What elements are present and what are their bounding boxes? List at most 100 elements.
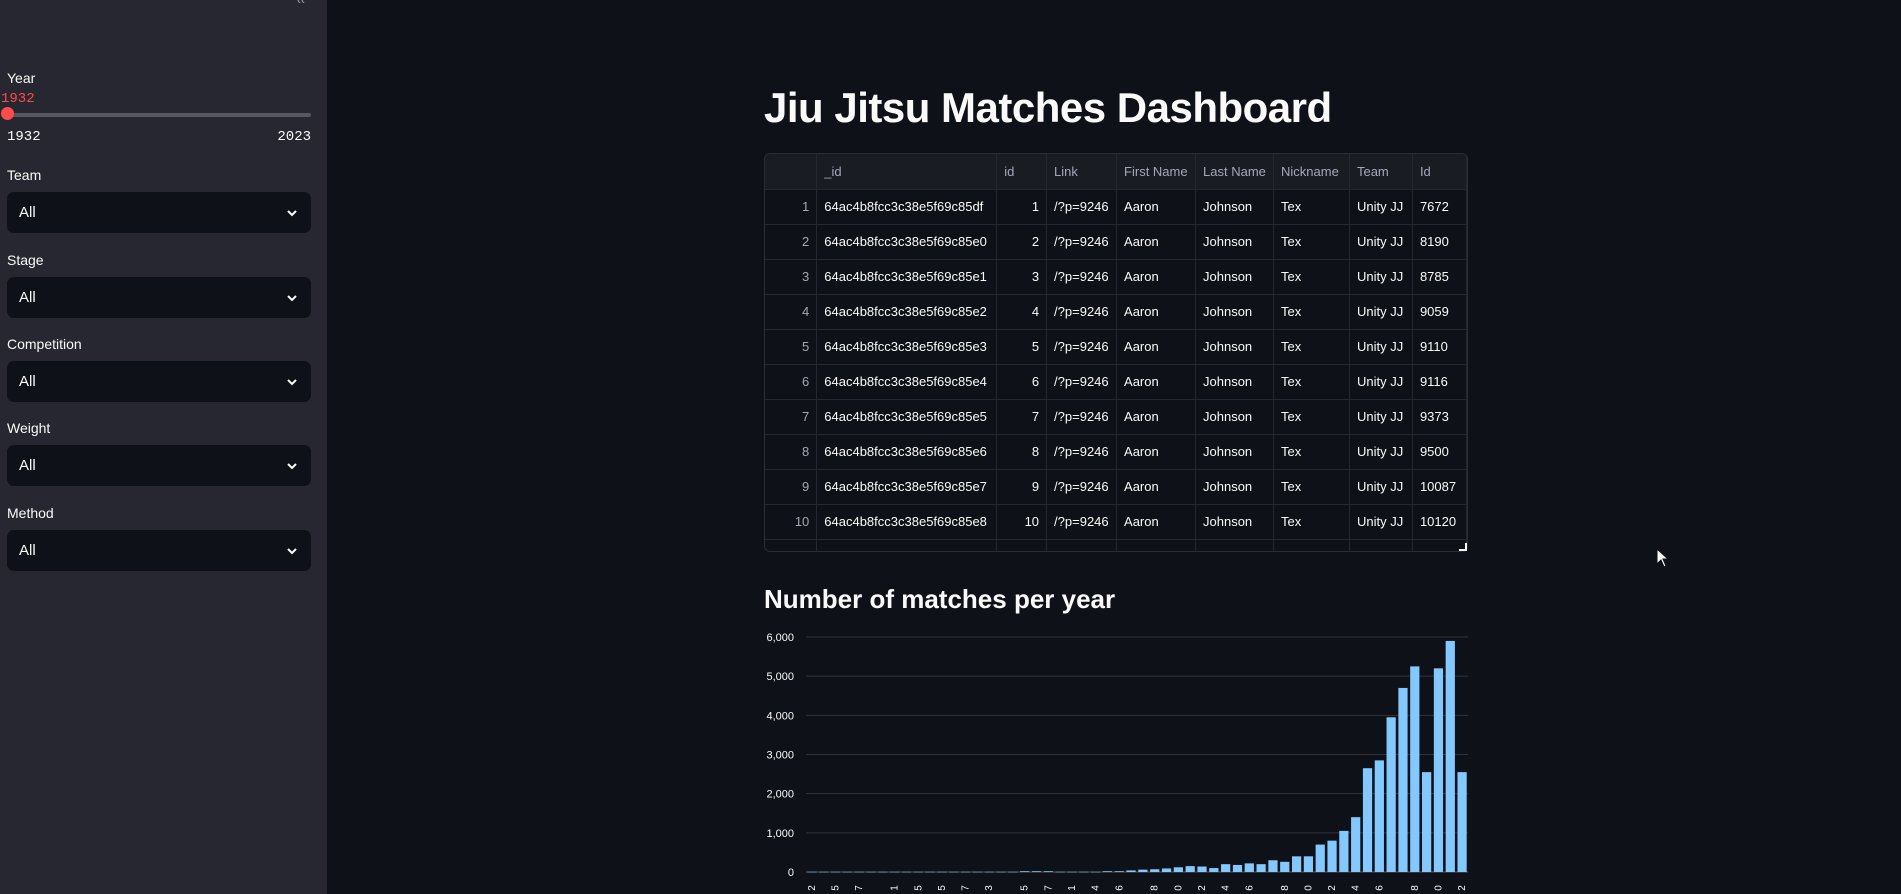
column-header-nickname[interactable]: Nickname [1273,154,1350,190]
cell-team[interactable]: Unity JJ [1349,364,1413,400]
cell-_id[interactable]: 64ac4b8fcc3c38e5f69c85e3 [816,329,998,365]
cell-nickname[interactable]: Tex [1273,434,1350,470]
cell-link[interactable]: /?p=9246 [1046,329,1118,365]
bar[interactable] [1433,668,1444,872]
bar[interactable] [1079,871,1089,873]
cell-Id[interactable]: 9116 [1412,364,1467,400]
bar[interactable] [1209,868,1219,872]
bar[interactable] [1197,866,1207,872]
cell-link[interactable]: /?p=9246 [1046,259,1118,295]
table-row[interactable]: 9 64ac4b8fcc3c38e5f69c85e7 9/?p=9246 Aaron J… [765,469,1467,505]
cell-first-name[interactable]: Aaron [1116,434,1197,470]
cell-first-name[interactable]: Aaron [1116,189,1197,225]
cell-index[interactable]: 3 [765,259,818,295]
bar[interactable] [937,871,947,873]
cell-id[interactable]: 6 [996,364,1048,400]
bar[interactable] [866,871,876,873]
cell-team[interactable]: Unity JJ [1349,259,1413,295]
bar[interactable] [1303,856,1314,872]
column-header-id[interactable]: id [996,154,1048,190]
cell-nickname[interactable]: Tex [1273,364,1350,400]
table-row[interactable]: 1 64ac4b8fcc3c38e5f69c85df 1/?p=9246 Aaron J… [765,189,1467,225]
cell-index[interactable]: 1 [765,189,818,225]
cell-nickname[interactable]: Tex [1273,294,1350,330]
cell-nickname[interactable]: Tex [1273,329,1350,365]
cell-first-name[interactable]: Aaron [1116,469,1197,505]
table-row[interactable]: 4 64ac4b8fcc3c38e5f69c85e2 4/?p=9246 Aaron J… [765,294,1467,330]
cell-nickname[interactable]: Tex [1273,259,1350,295]
bar[interactable] [960,871,971,873]
table-row[interactable]: 6 64ac4b8fcc3c38e5f69c85e4 6/?p=9246 Aaron J… [765,364,1467,400]
cell-team[interactable]: Unity JJ [1349,469,1413,505]
bar[interactable] [890,871,900,873]
cell-first-name[interactable]: Aaron [1116,399,1197,435]
bar[interactable] [984,871,994,873]
cell-_id[interactable]: 64ac4b8fcc3c38e5f69c85e8 [816,504,998,540]
bar[interactable] [1114,871,1124,872]
bar[interactable] [1126,870,1136,872]
bar[interactable] [1091,871,1101,873]
cell-Id[interactable]: 9059 [1412,294,1467,330]
cell-index[interactable]: 2 [765,224,818,260]
cell-index[interactable]: 10 [765,504,818,540]
bar[interactable] [830,871,841,873]
data-table[interactable]: _id id Link First Name Last Name Nicknam… [764,153,1468,552]
bar[interactable] [1055,871,1065,873]
table-resize-handle[interactable] [1459,543,1467,551]
bar[interactable] [901,871,912,873]
bar[interactable] [1173,867,1183,872]
method-select[interactable]: All [7,530,311,571]
cell-id[interactable]: 8 [996,434,1048,470]
cell-id[interactable]: 2 [996,224,1048,260]
table-row[interactable]: 2 64ac4b8fcc3c38e5f69c85e0 2/?p=9246 Aaron J… [765,224,1467,260]
cell-first-name[interactable]: Aaron [1116,504,1197,540]
bar[interactable] [1031,871,1042,872]
bar[interactable] [1256,864,1266,872]
column-header-_id[interactable]: _id [816,154,998,190]
bar[interactable] [1280,861,1290,872]
cell-nickname[interactable]: Tex [1273,189,1350,225]
bar[interactable] [1457,772,1467,873]
bar[interactable] [1020,871,1030,872]
cell-_id[interactable]: 64ac4b8fcc3c38e5f69c85e1 [816,259,998,295]
cell-_id[interactable]: 64ac4b8fcc3c38e5f69c85e0 [816,224,998,260]
bar[interactable] [1244,863,1254,872]
cell-link[interactable]: /?p=9246 [1046,294,1118,330]
bar[interactable] [949,871,959,873]
cell-team[interactable]: Unity JJ [1349,329,1413,365]
cell-last-name[interactable]: Johnson [1195,189,1274,225]
cell-index[interactable]: 7 [765,399,818,435]
cell-_id[interactable]: 64ac4b8fcc3c38e5f69c85e2 [816,294,998,330]
bar[interactable] [972,871,983,873]
cell-id[interactable]: 7 [996,399,1048,435]
cell-link[interactable]: /?p=9246 [1046,364,1118,400]
competition-select[interactable]: All [7,361,311,402]
bar[interactable] [1150,869,1160,872]
bar[interactable] [1398,687,1408,872]
table-row[interactable]: 10 64ac4b8fcc3c38e5f69c85e8 10/?p=9246 Aaro… [765,504,1467,540]
team-select[interactable]: All [7,192,311,233]
cell-last-name[interactable]: Johnson [1195,294,1274,330]
cell-first-name[interactable]: Aaron [1116,329,1197,365]
bar[interactable] [1161,868,1172,872]
cell-Id[interactable]: 9373 [1412,399,1467,435]
bar[interactable] [1386,717,1396,872]
column-header-team[interactable]: Team [1349,154,1413,190]
bar[interactable] [878,871,888,873]
cell-index[interactable]: 6 [765,364,818,400]
cell-index[interactable]: 4 [765,294,818,330]
cell-id[interactable]: 5 [996,329,1048,365]
bar[interactable] [807,871,817,873]
bar[interactable] [1327,840,1337,872]
cell-link[interactable]: /?p=9246 [1046,504,1118,540]
year-slider-thumb[interactable] [1,107,14,120]
cell-Id[interactable]: 10087 [1412,469,1467,505]
column-header-first-name[interactable]: First Name [1116,154,1197,190]
cell-team[interactable]: Unity JJ [1349,434,1413,470]
cell-first-name[interactable]: Aaron [1116,224,1197,260]
bar[interactable] [1138,869,1148,872]
cell-last-name[interactable]: Johnson [1195,329,1274,365]
bar[interactable] [842,871,852,873]
cell-id[interactable]: 4 [996,294,1048,330]
cell-_id[interactable]: 64ac4b8fcc3c38e5f69c85e5 [816,399,998,435]
